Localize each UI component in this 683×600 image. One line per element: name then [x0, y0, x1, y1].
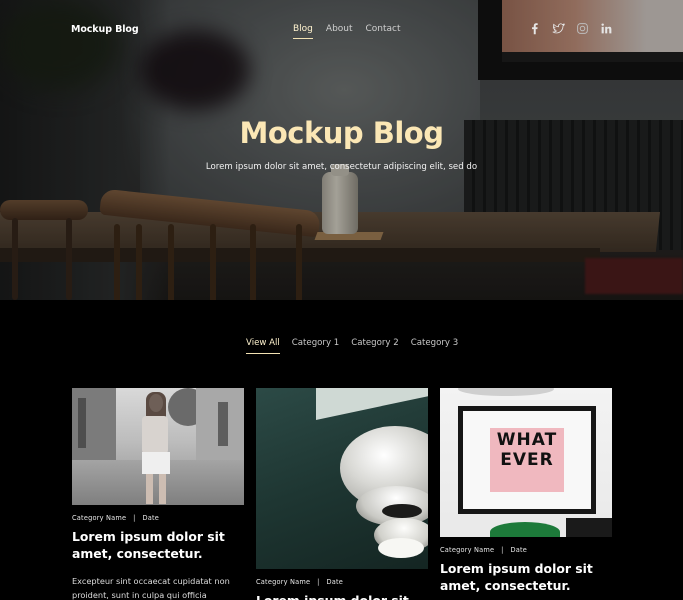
nav-item-about[interactable]: About: [326, 24, 353, 39]
social-links: [528, 22, 613, 35]
post-card[interactable]: Category Name | Date Lorem ipsum dolor s…: [256, 388, 428, 600]
nav-item-contact[interactable]: Contact: [366, 24, 401, 39]
post-image[interactable]: [256, 388, 428, 569]
post-category[interactable]: Category Name: [256, 578, 310, 586]
img-person-leg: [159, 474, 166, 504]
img-lamp-bulb: [378, 538, 424, 558]
tab-category-2[interactable]: Category 2: [351, 338, 398, 354]
site-logo[interactable]: Mockup Blog: [71, 24, 139, 35]
img-lamp-gap: [382, 504, 422, 518]
post-card[interactable]: WHAT EVER Category Name | Date Lorem ips…: [440, 388, 612, 594]
img-person-head: [149, 394, 163, 412]
img-print-text: WHAT EVER: [496, 430, 558, 470]
post-date: Date: [326, 578, 344, 586]
img-person-leg: [146, 474, 153, 504]
post-card[interactable]: Category Name | Date Lorem ipsum dolor s…: [72, 388, 244, 600]
img-person-body: [142, 416, 168, 454]
img-plate: [458, 388, 554, 396]
meta-separator: |: [128, 514, 141, 522]
post-image[interactable]: WHAT EVER: [440, 388, 612, 537]
main-nav: Blog About Contact: [293, 24, 401, 39]
post-title[interactable]: Lorem ipsum dolor sit amet, consectetur.: [72, 528, 244, 562]
twitter-icon[interactable]: [552, 22, 565, 35]
meta-separator: |: [496, 546, 509, 554]
post-date: Date: [510, 546, 528, 554]
post-image[interactable]: [72, 388, 244, 505]
facebook-icon[interactable]: [528, 22, 541, 35]
img-door: [218, 402, 228, 446]
tab-category-3[interactable]: Category 3: [411, 338, 458, 354]
post-title[interactable]: Lorem ipsum dolor sit amet, consectetur.: [440, 560, 612, 594]
instagram-icon[interactable]: [576, 22, 589, 35]
tab-category-1[interactable]: Category 1: [292, 338, 339, 354]
post-title[interactable]: Lorem ipsum dolor sit amet, consectetur.: [256, 592, 428, 600]
img-ceiling: [316, 388, 428, 420]
post-meta: Category Name | Date: [256, 578, 428, 586]
post-date: Date: [142, 514, 160, 522]
hero-overlay: [0, 0, 683, 300]
post-meta: Category Name | Date: [440, 546, 612, 554]
nav-item-blog[interactable]: Blog: [293, 24, 313, 39]
hero-subtitle: Lorem ipsum dolor sit amet, consectetur …: [205, 162, 478, 172]
hero-banner: [0, 0, 683, 300]
post-meta: Category Name | Date: [72, 514, 244, 522]
hero-title: Mockup Blog: [239, 116, 445, 150]
tab-view-all[interactable]: View All: [246, 338, 280, 354]
meta-separator: |: [312, 578, 325, 586]
post-category[interactable]: Category Name: [440, 546, 494, 554]
post-excerpt: Excepteur sint occaecat cupidatat non pr…: [72, 576, 230, 600]
img-screen: [566, 518, 612, 537]
img-plant: [490, 522, 560, 537]
post-category[interactable]: Category Name: [72, 514, 126, 522]
category-filter: View All Category 1 Category 2 Category …: [246, 338, 458, 354]
img-person-shorts: [142, 452, 170, 474]
linkedin-icon[interactable]: [600, 22, 613, 35]
img-door: [78, 398, 86, 448]
